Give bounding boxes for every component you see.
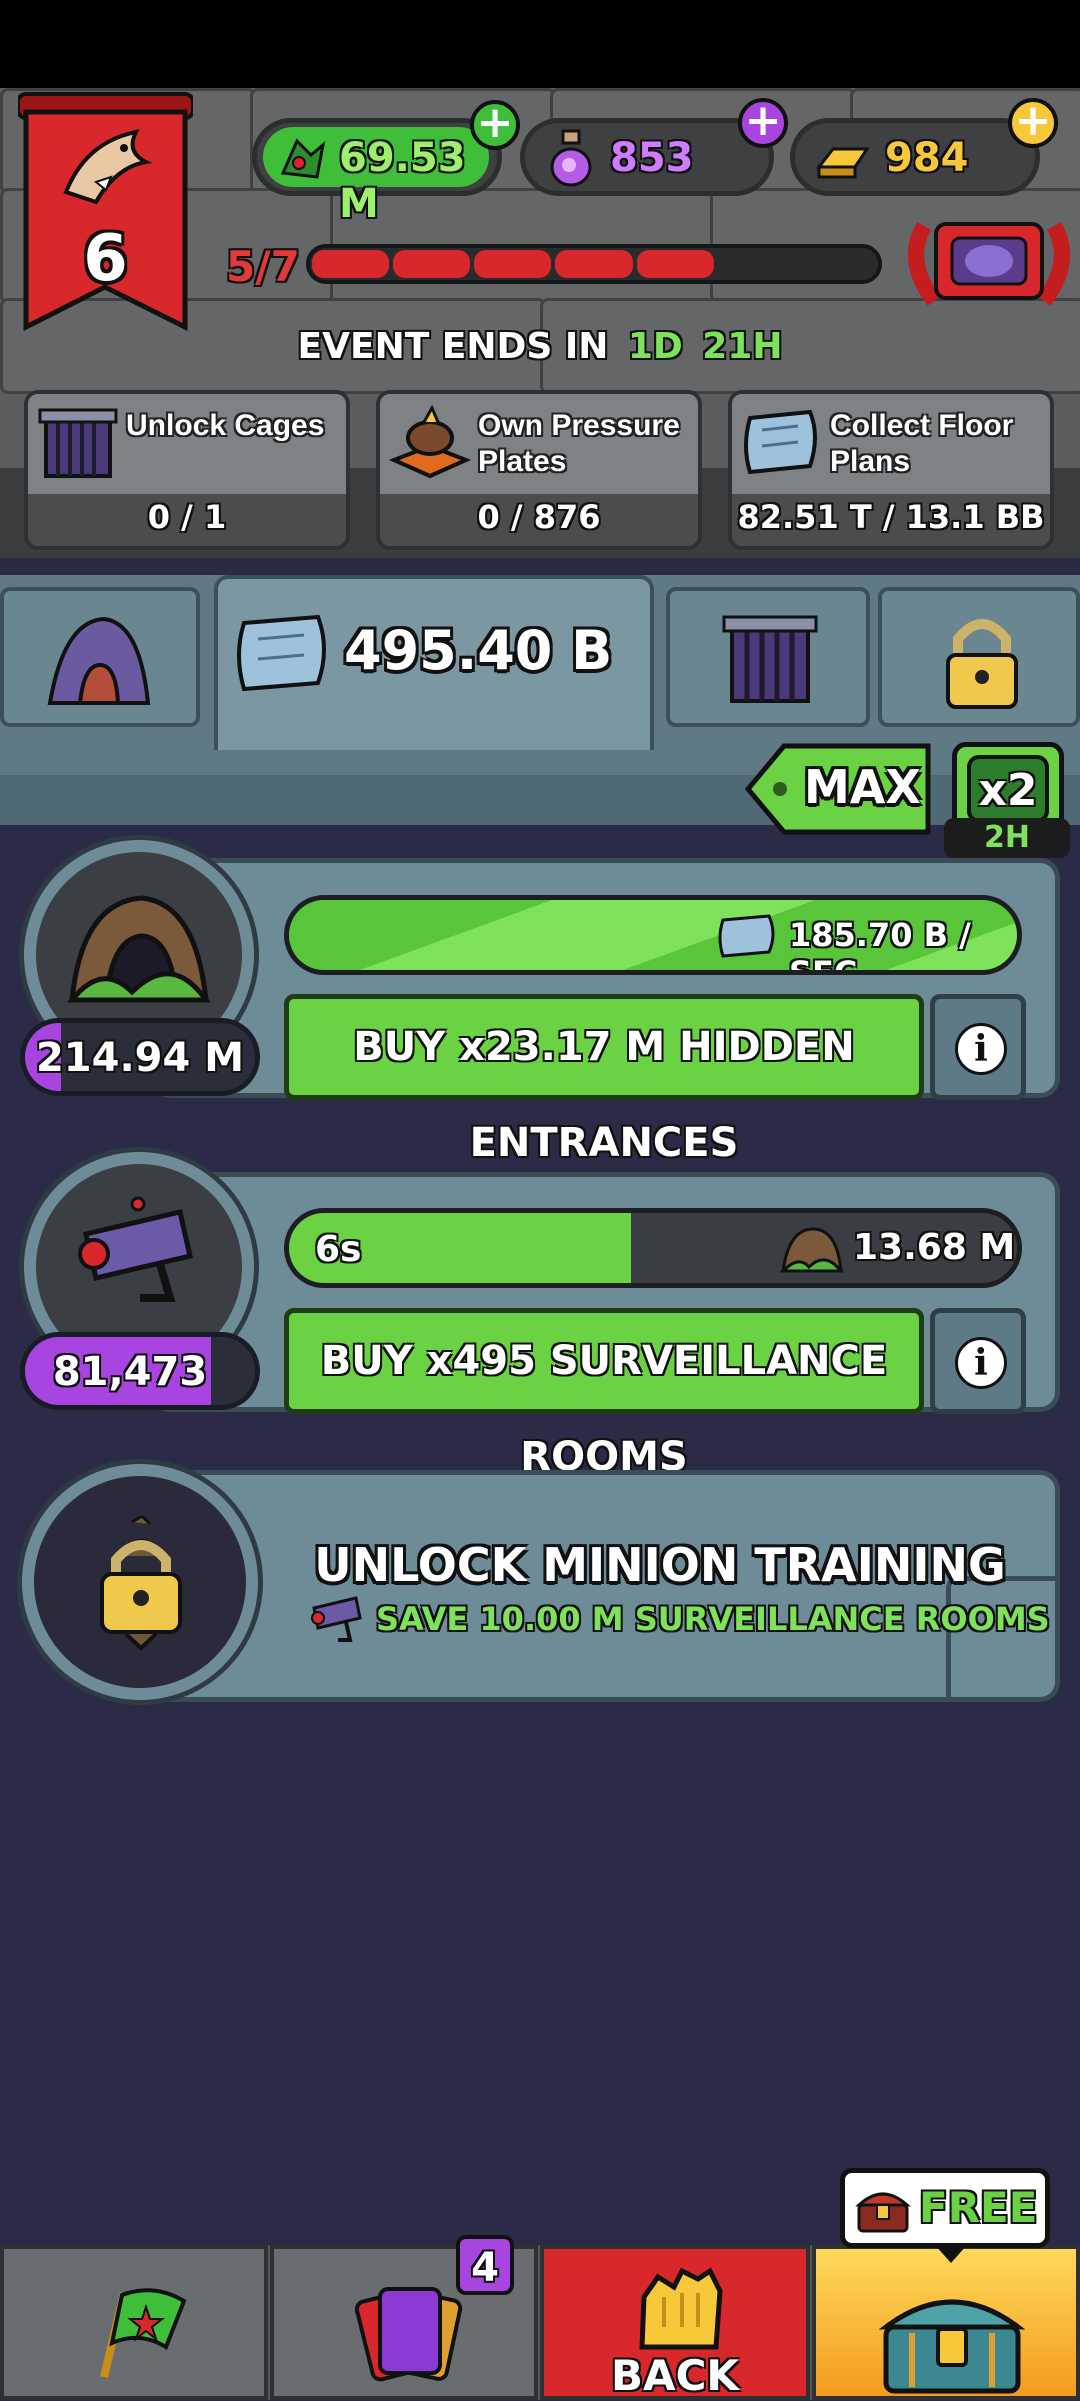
production-timer: 6s — [315, 1229, 362, 1270]
boost-label: x2 — [978, 765, 1038, 816]
laurel-badge-icon[interactable] — [904, 206, 1074, 316]
tab-floor-plans[interactable]: 495.40 B — [214, 575, 654, 750]
tab-locked[interactable] — [878, 587, 1080, 727]
nav-cards-button[interactable]: 4 — [270, 2235, 538, 2400]
task-card-unlock-cages[interactable]: Unlock Cages 0 / 1 — [24, 390, 350, 550]
player-level: 6 — [83, 222, 128, 296]
nav-back-button[interactable]: BACK — [540, 2245, 810, 2400]
floor-plan-icon — [717, 912, 779, 960]
info-button[interactable]: i — [930, 1308, 1026, 1414]
event-hours: 21H — [702, 326, 783, 367]
add-gold-button[interactable]: + — [1008, 98, 1058, 148]
info-icon: i — [955, 1337, 1007, 1389]
nav-flag-button[interactable] — [0, 2245, 268, 2400]
progress-segment — [474, 250, 552, 278]
cash-counter[interactable]: 69.53 M — [252, 118, 502, 227]
owned-value: 81,473 — [52, 1349, 208, 1395]
treasure-chest-icon — [872, 2277, 1032, 2397]
cage-icon — [36, 402, 120, 486]
tab-cages[interactable] — [666, 587, 870, 727]
task-label: Collect Floor Plans — [830, 409, 1014, 478]
gold-bars-icon — [815, 137, 875, 181]
flag-icon — [84, 2273, 194, 2383]
progress-segment — [393, 250, 471, 278]
production-bar: 6s 13.68 M — [284, 1208, 1022, 1288]
tab-cave[interactable] — [0, 587, 200, 727]
locked-portrait[interactable] — [22, 1464, 258, 1700]
production-rate: 185.70 B / SEC — [789, 916, 971, 975]
tooltip-pointer — [935, 2245, 967, 2263]
task-progress: 0 / 1 — [147, 498, 227, 536]
boost-timer: 2H 54M — [944, 818, 1070, 895]
potion-counter[interactable]: 853 — [520, 118, 774, 196]
cash-icon — [277, 133, 329, 185]
add-potion-button[interactable]: + — [738, 98, 788, 148]
cards-icon — [354, 2275, 464, 2385]
info-button[interactable]: i — [930, 994, 1026, 1100]
floor-plan-icon — [740, 406, 824, 482]
progress-segment — [798, 250, 876, 278]
potion-value: 853 — [610, 135, 694, 181]
cave-icon — [62, 882, 216, 1012]
level-progress-label: 5/7 — [226, 242, 300, 291]
max-label: MAX — [804, 760, 921, 814]
floor-plans-amount: 495.40 B — [344, 619, 613, 682]
progress-segment — [717, 250, 795, 278]
generator-owned: 81,473 — [20, 1332, 260, 1410]
lock-icon — [942, 611, 1022, 711]
treasure-chest-icon — [853, 2183, 913, 2235]
gold-value: 984 — [885, 135, 969, 181]
camera-icon — [308, 1590, 372, 1646]
potion-icon — [549, 129, 593, 187]
owned-value: 214.94 M — [35, 1035, 245, 1081]
fist-icon — [624, 2257, 734, 2353]
floor-plan-icon — [234, 609, 334, 699]
gold-counter[interactable]: 984 — [790, 118, 1040, 196]
task-progress: 82.51 T / 13.1 BB — [737, 498, 1045, 536]
buy-surveillance-rooms-button[interactable]: BUY x495 SURVEILLANCE ROOMS — [284, 1308, 924, 1480]
free-reward-tooltip[interactable]: FREE — [840, 2168, 1050, 2263]
cave-icon — [779, 1223, 845, 1275]
task-card-pressure-plates[interactable]: Own Pressure Plates 0 / 876 — [376, 390, 702, 550]
level-progress-bar — [306, 244, 882, 284]
task-label: Unlock Cages — [126, 409, 325, 442]
info-icon: i — [955, 1023, 1007, 1075]
task-label: Own Pressure Plates — [478, 409, 680, 478]
back-label: BACK — [611, 2351, 739, 2400]
event-timer: EVENT ENDS IN 1D 21H — [0, 326, 1080, 367]
nav-chest-button[interactable] — [812, 2245, 1080, 2400]
cave-icon — [44, 611, 154, 711]
cards-badge: 4 — [456, 2235, 514, 2295]
pressure-plate-icon — [388, 402, 472, 486]
bottom-nav: 4 BACK — [0, 2235, 1080, 2400]
shark-icon — [56, 122, 156, 212]
level-banner[interactable]: 6 — [16, 92, 195, 332]
production-rate: 13.68 M — [853, 1227, 1016, 1268]
task-progress: 0 / 876 — [477, 498, 601, 536]
cage-icon — [720, 607, 820, 711]
lock-icon — [86, 1514, 196, 1656]
production-bar: 185.70 B / SEC — [284, 895, 1022, 975]
event-days: 1D — [627, 326, 683, 367]
event-prefix: EVENT ENDS IN — [297, 326, 609, 367]
camera-icon — [70, 1194, 220, 1314]
generator-owned: 214.94 M — [20, 1018, 260, 1096]
locked-requirement: SAVE 10.00 M SURVEILLANCE ROOMS — [376, 1600, 1050, 1638]
progress-segment — [555, 250, 633, 278]
status-bar — [0, 0, 1080, 88]
progress-segment — [312, 250, 390, 278]
add-cash-button[interactable]: + — [470, 100, 520, 150]
max-button[interactable]: MAX — [744, 742, 934, 836]
free-label: FREE — [919, 2183, 1038, 2232]
task-card-floor-plans[interactable]: Collect Floor Plans 82.51 T / 13.1 BB — [728, 390, 1054, 550]
progress-segment — [636, 250, 714, 278]
buy-hidden-entrances-button[interactable]: BUY x23.17 M HIDDEN ENTRANCES — [284, 994, 924, 1166]
locked-title: UNLOCK MINION TRAINING — [314, 1538, 1006, 1592]
cash-value: 69.53 M — [339, 135, 466, 227]
